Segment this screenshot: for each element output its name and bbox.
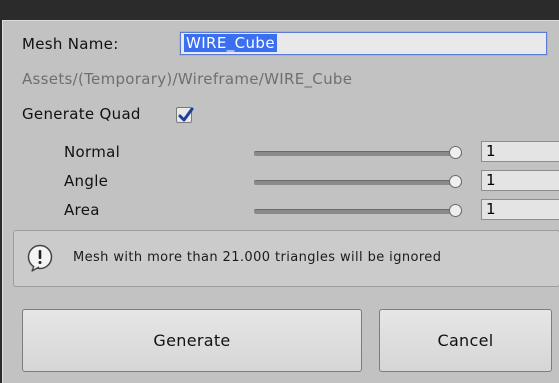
generate-quad-checkbox[interactable] — [176, 107, 194, 123]
angle-label: Angle — [64, 172, 109, 190]
help-box: Mesh with more than 21.000 triangles wil… — [13, 230, 559, 287]
mesh-name-value: WIRE_Cube — [184, 34, 277, 52]
cancel-button[interactable]: Cancel — [379, 309, 552, 372]
normal-value-field[interactable]: 1 — [481, 141, 559, 162]
wireframe-generator-window: Mesh Name: WIRE_Cube Assets/(Temporary)/… — [2, 20, 559, 383]
info-icon — [27, 244, 53, 272]
mesh-name-label: Mesh Name: — [22, 35, 119, 53]
normal-slider-thumb[interactable] — [449, 146, 462, 159]
angle-slider-thumb[interactable] — [449, 175, 462, 188]
area-slider-thumb[interactable] — [449, 204, 462, 217]
area-slider[interactable] — [254, 204, 462, 217]
generate-button[interactable]: Generate — [22, 309, 362, 372]
normal-slider[interactable] — [254, 146, 462, 159]
angle-value-field[interactable]: 1 — [481, 170, 559, 191]
normal-label: Normal — [64, 143, 121, 161]
area-value-field[interactable]: 1 — [481, 199, 559, 220]
generate-quad-label: Generate Quad — [22, 105, 141, 123]
asset-path: Assets/(Temporary)/Wireframe/WIRE_Cube — [22, 70, 353, 88]
checkmark-icon — [178, 107, 194, 122]
mesh-name-input[interactable]: WIRE_Cube — [179, 31, 548, 56]
help-text: Mesh with more than 21.000 triangles wil… — [73, 250, 442, 265]
area-label: Area — [64, 201, 100, 219]
angle-slider[interactable] — [254, 175, 462, 188]
